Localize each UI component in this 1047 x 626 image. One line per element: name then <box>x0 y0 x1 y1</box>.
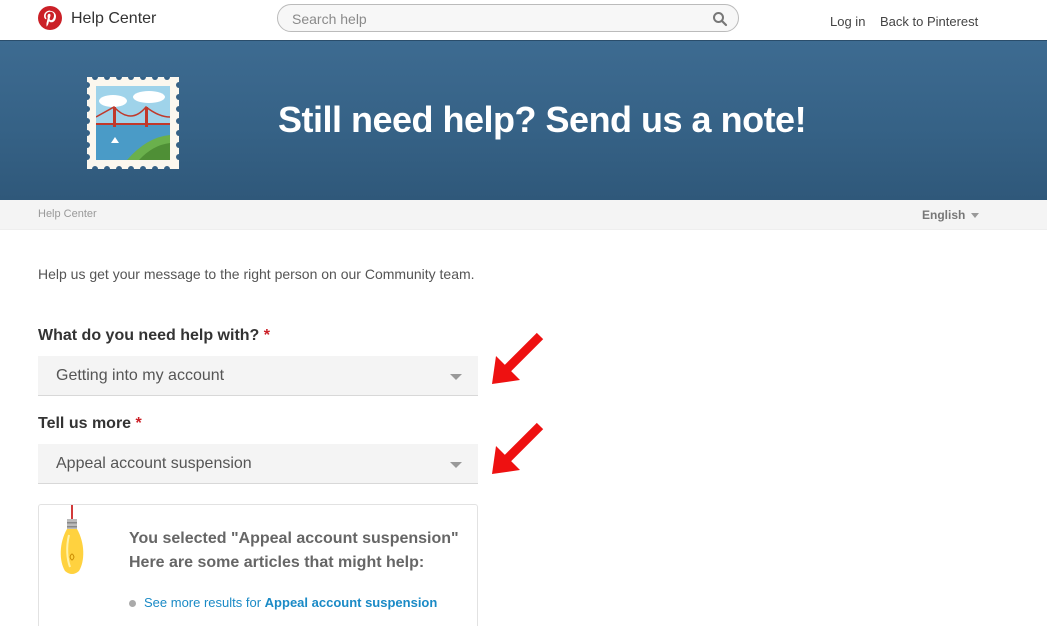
chevron-down-icon <box>450 462 462 468</box>
banner-title: Still need help? Send us a note! <box>278 99 807 140</box>
pinterest-logo-icon[interactable] <box>38 6 62 30</box>
required-marker: * <box>263 327 271 344</box>
annotation-arrow-icon <box>492 332 544 384</box>
search-input[interactable] <box>292 10 692 28</box>
tell-us-more-label-text: Tell us more <box>38 415 132 432</box>
search-query-link[interactable]: Appeal account suspension <box>265 595 438 610</box>
suggested-articles-panel: You selected "Appeal account suspension"… <box>38 504 478 626</box>
annotation-arrow-icon <box>492 422 544 474</box>
articles-selection-text: You selected "Appeal account suspension" <box>129 530 459 547</box>
help-topic-label-text: What do you need help with? <box>38 327 260 344</box>
bullet-icon <box>129 600 136 608</box>
list-item[interactable]: See more results for Appeal account susp… <box>129 595 437 610</box>
help-topic-select[interactable]: Getting into my account <box>38 356 478 396</box>
search-icon[interactable] <box>712 11 728 27</box>
language-label: English <box>922 208 966 222</box>
tell-us-more-select[interactable]: Appeal account suspension <box>38 444 478 484</box>
breadcrumb[interactable]: Help Center <box>38 208 97 220</box>
articles-heading: You selected "Appeal account suspension"… <box>129 527 459 575</box>
tell-us-more-value: Appeal account suspension <box>56 455 252 472</box>
chevron-down-icon <box>450 374 462 380</box>
required-marker: * <box>135 415 142 432</box>
help-topic-label: What do you need help with? * <box>38 327 270 345</box>
search-box[interactable] <box>277 4 739 32</box>
back-to-pinterest-link[interactable]: Back to Pinterest <box>880 14 978 29</box>
help-topic-value: Getting into my account <box>56 367 225 384</box>
breadcrumb-bar: Help Center English <box>0 200 1047 230</box>
lightbulb-icon <box>60 505 84 574</box>
top-bar: Help Center Log in Back to Pinterest <box>0 0 1047 40</box>
tell-us-more-label: Tell us more * <box>38 415 142 433</box>
see-more-results-link[interactable]: See more results for <box>144 595 261 610</box>
intro-text: Help us get your message to the right pe… <box>38 266 475 282</box>
brand-title[interactable]: Help Center <box>71 10 156 28</box>
login-link[interactable]: Log in <box>830 14 865 29</box>
articles-subheading: Here are some articles that might help: <box>129 554 425 571</box>
postage-stamp-icon <box>87 77 179 169</box>
language-selector[interactable]: English <box>922 208 980 222</box>
hero-banner: Still need help? Send us a note! <box>0 40 1047 200</box>
chevron-down-icon <box>971 213 980 219</box>
